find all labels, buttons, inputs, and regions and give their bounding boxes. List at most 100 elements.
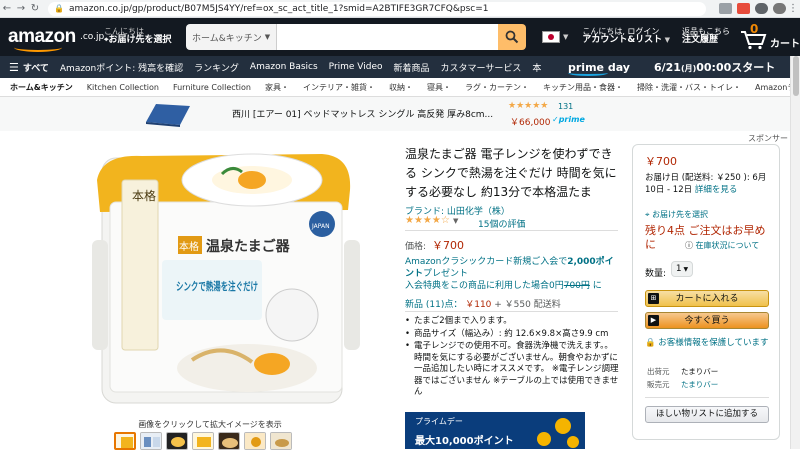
card-promo-text: Amazonクラシックカード新規ご入会で — [405, 257, 568, 267]
info-icon: ⓘ — [685, 241, 693, 250]
subnav-furniture[interactable]: 家具・ — [265, 82, 289, 93]
buy-now-label: 今すぐ買う — [684, 316, 730, 326]
forward-arrow-icon[interactable]: → — [14, 3, 28, 14]
japan-flag-icon[interactable] — [541, 31, 560, 43]
delivery-info: お届け日 (配送料: ￥250 ): 6月10日 - 12日 詳細を見る — [645, 172, 773, 196]
card-promo-strike-price: 700円 — [563, 281, 590, 291]
new-offers[interactable]: 新品 (11)点： ￥110 + ￥550 配送料 — [405, 297, 561, 310]
play-icon: ▶ — [648, 315, 659, 326]
product-price: ￥700 — [432, 239, 464, 252]
language-caret-icon[interactable]: ▼ — [563, 33, 568, 41]
search-bar: ホーム&キッチン ▼ — [185, 24, 526, 50]
image-caption: 画像をクリックして拡大イメージを表示 — [138, 420, 282, 429]
product-main-image[interactable]: 本格 本格 温泉たまご器 シンクで熱湯を注ぐだけ JAPAN — [82, 140, 392, 420]
subnav-storage[interactable]: 収納・ — [389, 82, 413, 93]
nav-item-customer-service[interactable]: カスタマーサービス — [441, 61, 522, 74]
mattress-product-image — [146, 104, 190, 127]
nav-item-prime-video[interactable]: Prime Video — [329, 62, 383, 72]
add-to-cart-button[interactable]: ⊞ カートに入れる — [645, 290, 769, 307]
secure-transaction-link[interactable]: 🔒 お客様情報を保護しています — [645, 337, 773, 349]
deliver-to-selector[interactable]: こんにちは ⌖お届け先を選択 — [104, 27, 182, 47]
add-to-wishlist-button[interactable]: ほしい物リストに追加する — [645, 406, 769, 423]
account-label-row: アカウント&リスト ▼ — [582, 36, 670, 46]
thumbnail-5[interactable] — [218, 432, 240, 450]
delivery-details-link[interactable]: 詳細を見る — [695, 185, 738, 195]
prime-day-date-value: 6/21 — [653, 61, 681, 74]
new-offers-price: ￥110 — [465, 300, 492, 310]
scrollbar-thumb[interactable] — [793, 56, 799, 96]
image-japan-badge: JAPAN — [311, 223, 330, 230]
account-lists-menu[interactable]: こんにちは, ログイン アカウント&リスト ▼ — [582, 27, 670, 47]
thumbnail-1[interactable] — [114, 432, 136, 450]
location-pin-icon: ⌖ — [645, 210, 650, 219]
browser-menu-icon[interactable]: ⋮ — [786, 3, 800, 14]
reviews-count-link[interactable]: 15個の評価 — [478, 217, 525, 230]
chevron-down-icon: ▼ — [453, 217, 459, 225]
subnav-kitchenware[interactable]: キッチン用品・食器・ — [543, 82, 623, 93]
image-tagline: シンクで熱湯を注ぐだけ — [176, 279, 258, 293]
nav-item-ranking[interactable]: ランキング — [194, 61, 239, 74]
orders-label: 注文履歴 — [682, 35, 719, 46]
nav-item-books[interactable]: 本 — [532, 61, 541, 74]
nav-item-basics[interactable]: Amazon Basics — [250, 62, 318, 72]
subnav-kitchen-collection[interactable]: Kitchen Collection — [87, 83, 159, 92]
subnav-furniture-collection[interactable]: Furniture Collection — [173, 83, 251, 92]
prime-day-promo-banner[interactable]: プライムデー 最大10,000ポイント — [405, 412, 585, 449]
image-product-name: 温泉たまご器 — [206, 238, 291, 255]
nav-item-points[interactable]: Amazonポイント: 残高を確認 — [60, 61, 183, 74]
card-promo[interactable]: Amazonクラシックカード新規ご入会で2,000ポイントプレゼント 入会特典を… — [405, 256, 620, 292]
ships-from-value: たまりバー — [681, 367, 719, 376]
subnav-bedding[interactable]: 寝具・ — [427, 82, 451, 93]
prime-day-logo: prime day — [568, 60, 630, 76]
stock-info-link[interactable]: ⓘ 在庫状況について — [685, 240, 759, 251]
extension-red-icon[interactable] — [737, 3, 750, 14]
sponsored-ad-banner[interactable]: 西川 [エアー 01] ベッドマットレス シングル 高反発 厚み8cm... ★… — [0, 97, 800, 131]
quantity-select[interactable]: 1 ▼ — [671, 261, 693, 277]
address-bar[interactable]: 🔒 amazon.co.jp/gp/product/B07M5JS4YY/ref… — [48, 1, 706, 16]
thumbnail-4[interactable] — [192, 432, 214, 450]
subnav-home-kitchen[interactable]: ホーム&キッチン — [10, 82, 73, 93]
search-input[interactable] — [277, 24, 498, 50]
all-menu-button[interactable]: ☰ すべて — [9, 61, 49, 74]
buybox-price: ￥700 — [645, 155, 677, 168]
stock-info-label: 在庫状況について — [695, 241, 760, 250]
reload-icon[interactable]: ↻ — [28, 3, 42, 14]
page-scrollbar[interactable] — [790, 56, 800, 449]
product-title: 温泉たまご器 電子レンジを使わずできる シンクで熱湯を注ぐだけ 時間を気にする必… — [405, 147, 617, 199]
prime-day-date: 6/21(月)00:00スタート — [654, 59, 775, 75]
cart-link[interactable]: 0 カート — [740, 22, 800, 50]
subnav-interior[interactable]: インテリア・雑貨・ — [303, 82, 375, 93]
amazon-logo[interactable]: amazon .co.jp — [8, 22, 104, 52]
search-category-dropdown[interactable]: ホーム&キッチン ▼ — [185, 24, 278, 50]
subnav-rugs[interactable]: ラグ・カーテン・ — [465, 82, 529, 93]
quantity-label: 数量: — [645, 269, 667, 279]
card-promo-end: に — [592, 281, 602, 291]
ad-star-rating: ★★★★★ — [508, 101, 549, 111]
thumbnail-3[interactable] — [166, 432, 188, 450]
prime-day-banner[interactable]: prime day 6/21(月)00:00スタート — [568, 56, 800, 78]
subnav-cleaning[interactable]: 掃除・洗濯・バス・トイレ・ — [637, 82, 741, 93]
thumbnail-2[interactable] — [140, 432, 162, 450]
extension-shield-icon[interactable] — [719, 3, 732, 14]
buy-now-button[interactable]: ▶ 今すぐ買う — [645, 312, 769, 329]
cart-icon: ⊞ — [648, 293, 659, 304]
back-arrow-icon[interactable]: ← — [0, 3, 14, 14]
coin-icon — [555, 418, 571, 434]
add-to-cart-label: カートに入れる — [675, 294, 739, 304]
search-icon — [505, 30, 519, 44]
search-button[interactable] — [497, 24, 526, 50]
ad-price: ￥66,000 — [510, 118, 551, 128]
deliver-to-label: お届け先を選択 — [652, 210, 709, 219]
nav-item-new[interactable]: 新着商品 — [394, 61, 430, 74]
returns-orders-link[interactable]: 返品もこちら 注文履歴 — [682, 27, 730, 47]
sponsored-label: スポンサー — [748, 134, 788, 143]
promo-points: 最大10,000ポイント — [415, 436, 514, 447]
profile-avatar-icon[interactable] — [773, 3, 786, 14]
product-star-rating[interactable]: ★★★★☆ ▼ — [405, 215, 458, 226]
thumbnail-7[interactable] — [270, 432, 292, 450]
sold-by-link[interactable]: たまりバー — [681, 379, 718, 390]
deliver-to-link[interactable]: ⌖ お届け先を選択 — [645, 209, 708, 220]
extensions-puzzle-icon[interactable] — [755, 3, 768, 14]
chevron-down-icon: ▼ — [681, 266, 689, 273]
thumbnail-6[interactable] — [244, 432, 266, 450]
